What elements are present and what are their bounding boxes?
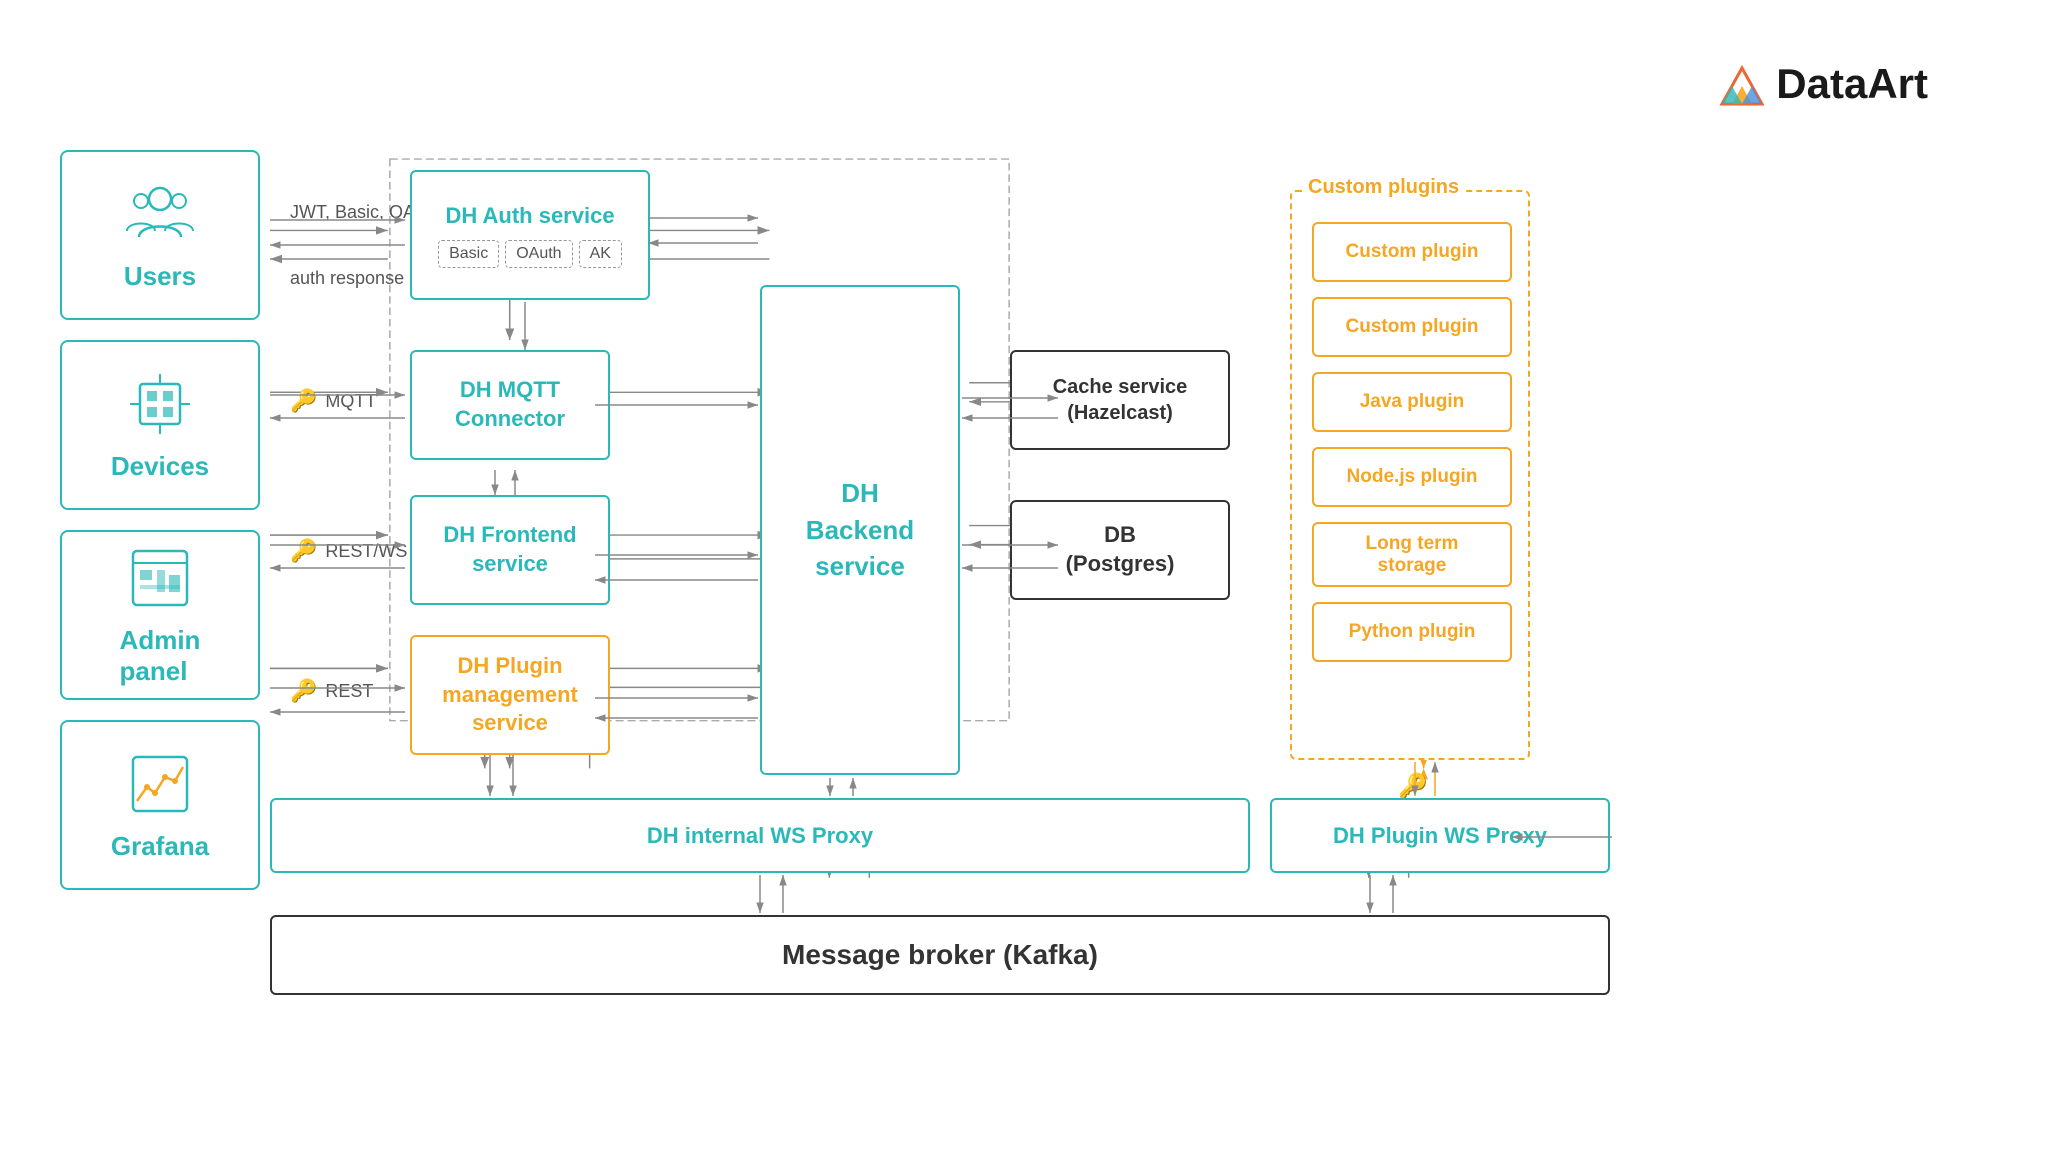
plugin-mgmt-service-box: DH Pluginmanagementservice xyxy=(410,635,610,755)
backend-service-box: DHBackendservice xyxy=(760,285,960,775)
ws-proxy-plugin-box: DH Plugin WS Proxy xyxy=(1270,798,1610,873)
custom-plugins-container: Custom plugins Custom plugin Custom plug… xyxy=(1290,190,1530,760)
grafana-icon xyxy=(125,749,195,819)
actors-panel: Users Devices Adminpanel xyxy=(60,150,260,890)
db-service-box: DB(Postgres) xyxy=(1010,500,1230,600)
plugin-box-nodejs: Node.js plugin xyxy=(1312,447,1512,507)
auth-badge-oauth: OAuth xyxy=(505,240,572,268)
mqtt-service-box: DH MQTTConnector xyxy=(410,350,610,460)
users-icon xyxy=(125,179,195,249)
mqtt-label: 🔑 MQTT xyxy=(290,388,376,414)
plugin-mgmt-service-title: DH Pluginmanagementservice xyxy=(442,652,578,738)
ws-proxy-internal-box: DH internal WS Proxy xyxy=(270,798,1250,873)
custom-plugins-title: Custom plugins xyxy=(1302,176,1465,199)
db-service-title: DB(Postgres) xyxy=(1066,521,1175,578)
grafana-label: Grafana xyxy=(111,831,209,862)
plugin-box-1: Custom plugin xyxy=(1312,222,1512,282)
plugin-box-storage: Long termstorage xyxy=(1312,522,1512,587)
cache-service-title: Cache service(Hazelcast) xyxy=(1053,374,1188,426)
actor-devices: Devices xyxy=(60,340,260,510)
frontend-service-title: DH Frontendservice xyxy=(443,521,576,578)
admin-label: Adminpanel xyxy=(120,625,201,687)
message-broker-label: Message broker (Kafka) xyxy=(782,939,1098,971)
logo-text: DataArt xyxy=(1776,60,1928,108)
ws-proxy-plugin-label: DH Plugin WS Proxy xyxy=(1333,823,1547,849)
auth-service-title: DH Auth service xyxy=(445,202,614,231)
plugin-box-2: Custom plugin xyxy=(1312,297,1512,357)
auth-badge-basic: Basic xyxy=(438,240,499,268)
actor-grafana: Grafana xyxy=(60,720,260,890)
backend-service-title: DHBackendservice xyxy=(806,475,914,584)
users-label: Users xyxy=(124,261,196,292)
actor-users: Users xyxy=(60,150,260,320)
auth-badge-ak: AK xyxy=(579,240,622,268)
auth-service-box: DH Auth service Basic OAuth AK xyxy=(410,170,650,300)
ws-proxy-internal-label: DH internal WS Proxy xyxy=(647,823,873,849)
logo: DataArt xyxy=(1718,60,1928,108)
devices-icon xyxy=(125,369,195,439)
auth-response-label: auth response xyxy=(290,268,404,289)
rest-ws-label: 🔑 REST/WS xyxy=(290,538,407,564)
plugin-key-icon: 🔑 xyxy=(1398,772,1428,801)
diagram-container: JWT, Basic, OAuth, AK auth request auth … xyxy=(270,140,1988,1092)
message-broker-box: Message broker (Kafka) xyxy=(270,915,1610,995)
frontend-service-box: DH Frontendservice xyxy=(410,495,610,605)
actor-admin: Adminpanel xyxy=(60,530,260,700)
rest-label: 🔑 REST xyxy=(290,678,373,704)
plugin-box-java: Java plugin xyxy=(1312,372,1512,432)
cache-service-box: Cache service(Hazelcast) xyxy=(1010,350,1230,450)
auth-badges: Basic OAuth AK xyxy=(438,240,622,268)
devices-label: Devices xyxy=(111,451,209,482)
dataart-logo-icon xyxy=(1718,60,1766,108)
plugin-box-python: Python plugin xyxy=(1312,602,1512,662)
mqtt-service-title: DH MQTTConnector xyxy=(455,376,565,433)
admin-icon xyxy=(125,543,195,613)
